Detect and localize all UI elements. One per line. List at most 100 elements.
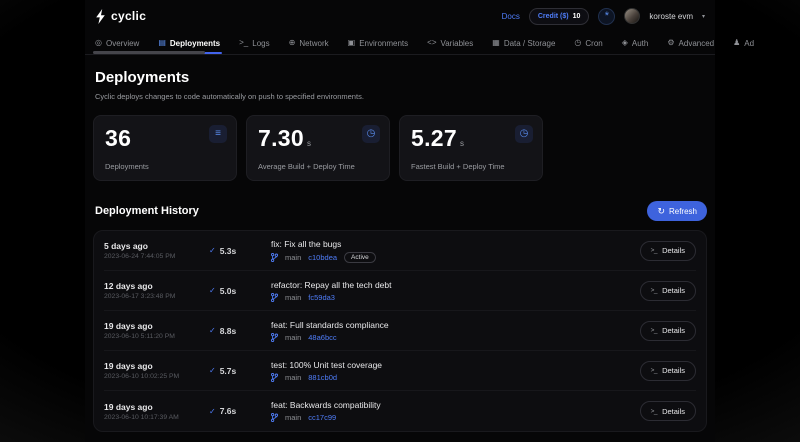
commit-message: feat: Full standards compliance bbox=[271, 320, 640, 330]
sparkle-icon: * bbox=[605, 11, 609, 22]
commit-message: refactor: Repay all the tech debt bbox=[271, 280, 640, 290]
credit-value: 10 bbox=[573, 13, 581, 20]
stat-label: Deployments bbox=[105, 162, 149, 171]
nav-tab-icon: <> bbox=[427, 39, 436, 47]
nav-tab-label: Data / Storage bbox=[504, 39, 556, 48]
deployment-timestamp: 2023-06-17 3:23:48 PM bbox=[104, 293, 209, 300]
commit-hash[interactable]: fc59da3 bbox=[308, 293, 335, 302]
bolt-icon bbox=[95, 9, 106, 24]
deployment-time-cell: 19 days ago 2023-06-10 10:02:25 PM bbox=[104, 361, 209, 380]
nav-tab[interactable]: ◷ Cron bbox=[574, 32, 602, 54]
branch-name[interactable]: main bbox=[285, 333, 301, 342]
theme-toggle-button[interactable]: * bbox=[598, 8, 615, 25]
details-button[interactable]: >_ Details bbox=[640, 241, 696, 261]
details-label: Details bbox=[662, 407, 685, 416]
nav-tab[interactable]: <> Variables bbox=[427, 32, 473, 54]
stat-label: Average Build + Deploy Time bbox=[258, 162, 355, 171]
commit-hash[interactable]: 881cb0d bbox=[308, 373, 337, 382]
deployment-duration-cell: ✓ 7.6s bbox=[209, 406, 271, 416]
nav-tab[interactable]: ◈ Auth bbox=[622, 32, 649, 54]
stat-card: 36 Deployments ≡ bbox=[93, 115, 237, 181]
details-button[interactable]: >_ Details bbox=[640, 321, 696, 341]
git-branch-icon bbox=[271, 293, 278, 302]
branch-name[interactable]: main bbox=[285, 293, 301, 302]
chevron-down-icon[interactable]: ▾ bbox=[702, 13, 705, 20]
deployment-ago: 19 days ago bbox=[104, 402, 209, 412]
deployment-row: 19 days ago 2023-06-10 5:11:20 PM ✓ 8.8s… bbox=[104, 311, 696, 351]
history-header: Deployment History ↻ Refresh bbox=[93, 201, 707, 221]
git-branch-icon bbox=[271, 253, 278, 262]
nav-tab[interactable]: ♟ Ad bbox=[733, 32, 754, 54]
deployment-duration: 5.0s bbox=[220, 286, 237, 296]
check-icon: ✓ bbox=[209, 366, 216, 375]
deployment-time-cell: 19 days ago 2023-06-10 5:11:20 PM bbox=[104, 321, 209, 340]
nav-tab-icon: ♟ bbox=[733, 39, 740, 47]
refresh-icon: ↻ bbox=[657, 207, 665, 216]
check-icon: ✓ bbox=[209, 326, 216, 335]
details-label: Details bbox=[662, 246, 685, 255]
nav-tab-label: Cron bbox=[585, 39, 602, 48]
commit-hash[interactable]: 48a6bcc bbox=[308, 333, 336, 342]
stat-value: 7.30 bbox=[258, 125, 304, 152]
details-button[interactable]: >_ Details bbox=[640, 361, 696, 381]
stat-value: 36 bbox=[105, 125, 131, 152]
nav-tab-label: Network bbox=[299, 39, 328, 48]
details-label: Details bbox=[662, 286, 685, 295]
nav-tab-label: Auth bbox=[632, 39, 648, 48]
deployment-time-cell: 19 days ago 2023-06-10 10:17:39 AM bbox=[104, 402, 209, 421]
deployment-timestamp: 2023-06-10 10:17:39 AM bbox=[104, 414, 209, 421]
deployment-commit-cell: test: 100% Unit test coverage main 881cb… bbox=[271, 360, 640, 382]
stat-unit: s bbox=[307, 139, 311, 148]
nav-tab[interactable]: ▣ Environments bbox=[348, 32, 408, 54]
docs-link[interactable]: Docs bbox=[502, 12, 520, 21]
user-name[interactable]: koroste evm bbox=[649, 12, 693, 21]
deployment-duration: 5.7s bbox=[220, 366, 237, 376]
credit-button[interactable]: Credit ($) 10 bbox=[529, 8, 590, 25]
details-button[interactable]: >_ Details bbox=[640, 281, 696, 301]
history-title: Deployment History bbox=[95, 205, 199, 217]
commit-meta: main c10bdea Active bbox=[271, 252, 640, 263]
nav-tab[interactable]: ⊕ Network bbox=[289, 32, 329, 54]
stat-card: 5.27s Fastest Build + Deploy Time ◷ bbox=[399, 115, 543, 181]
branch-name[interactable]: main bbox=[285, 253, 301, 262]
nav-tab-icon: ⚙ bbox=[667, 39, 674, 47]
nav-tab[interactable]: >_ Logs bbox=[239, 32, 269, 54]
cyclic-logo[interactable]: cyclic bbox=[95, 9, 146, 24]
commit-hash[interactable]: cc17c99 bbox=[308, 413, 336, 422]
deployment-duration: 7.6s bbox=[220, 406, 237, 416]
nav-tab-icon: ▦ bbox=[492, 39, 500, 47]
branch-name[interactable]: main bbox=[285, 413, 301, 422]
deployment-commit-cell: feat: Backwards compatibility main cc17c… bbox=[271, 400, 640, 422]
nav-tab-icon: ▣ bbox=[348, 39, 356, 47]
details-button[interactable]: >_ Details bbox=[640, 401, 696, 421]
commit-meta: main cc17c99 bbox=[271, 413, 640, 422]
deployment-duration-cell: ✓ 5.0s bbox=[209, 286, 271, 296]
nav-scrollbar[interactable] bbox=[93, 51, 205, 54]
deployment-duration-cell: ✓ 8.8s bbox=[209, 326, 271, 336]
app-panel: cyclic Docs Credit ($) 10 * koroste evm … bbox=[85, 0, 715, 442]
deployment-duration-cell: ✓ 5.3s bbox=[209, 246, 271, 256]
commit-hash[interactable]: c10bdea bbox=[308, 253, 337, 262]
check-icon: ✓ bbox=[209, 407, 216, 416]
deployment-duration: 5.3s bbox=[220, 246, 237, 256]
deployment-time-cell: 5 days ago 2023-06-24 7:44:05 PM bbox=[104, 241, 209, 260]
deployment-commit-cell: feat: Full standards compliance main 48a… bbox=[271, 320, 640, 342]
deployment-time-cell: 12 days ago 2023-06-17 3:23:48 PM bbox=[104, 281, 209, 300]
git-branch-icon bbox=[271, 333, 278, 342]
commit-message: fix: Fix all the bugs bbox=[271, 239, 640, 249]
nav-tab[interactable]: ⚙ Advanced bbox=[667, 32, 714, 54]
branch-name[interactable]: main bbox=[285, 373, 301, 382]
stat-icon: ◷ bbox=[362, 125, 380, 143]
nav-tab[interactable]: ▦ Data / Storage bbox=[492, 32, 555, 54]
git-branch-icon bbox=[271, 373, 278, 382]
main-content: Deployments Cyclic deploys changes to co… bbox=[85, 69, 715, 432]
nav-tab-label: Advanced bbox=[679, 39, 715, 48]
nav-tab-label: Overview bbox=[106, 39, 139, 48]
avatar[interactable] bbox=[624, 8, 640, 24]
refresh-button[interactable]: ↻ Refresh bbox=[647, 201, 707, 221]
deployment-row: 19 days ago 2023-06-10 10:02:25 PM ✓ 5.7… bbox=[104, 351, 696, 391]
top-bar: cyclic Docs Credit ($) 10 * koroste evm … bbox=[85, 0, 715, 32]
logo-text: cyclic bbox=[111, 9, 146, 23]
deployment-ago: 5 days ago bbox=[104, 241, 209, 251]
nav-tab-label: Logs bbox=[252, 39, 269, 48]
